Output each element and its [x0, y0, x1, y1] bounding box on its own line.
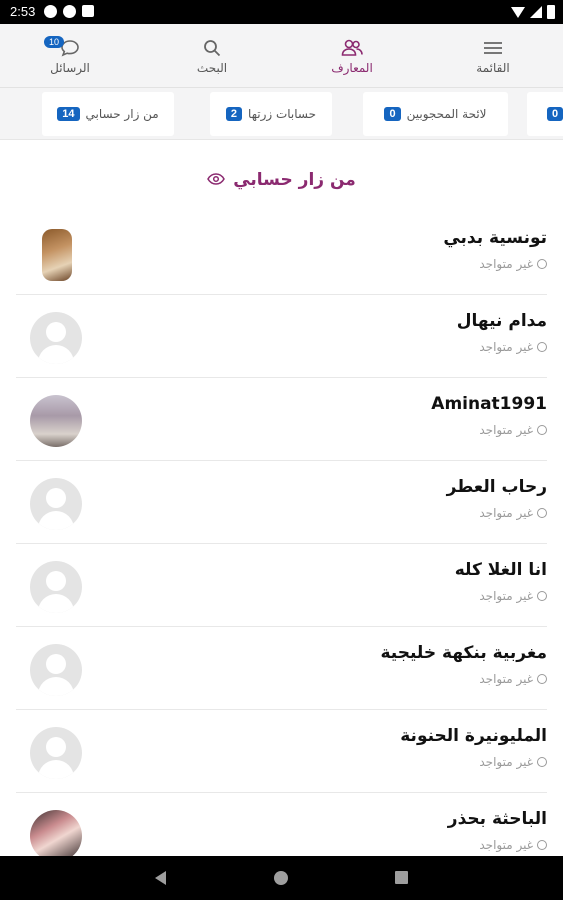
tab-blocked-list[interactable]: 0 لائحة المحجوبين: [363, 92, 508, 136]
offline-status-icon: [537, 259, 547, 269]
tab-visited-accounts-count: 2: [225, 107, 243, 121]
search-icon: [203, 37, 221, 59]
visitor-row[interactable]: تونسية بدبي غير متواجد: [16, 212, 547, 295]
menu-icon: [484, 37, 502, 59]
eye-icon: [207, 170, 226, 190]
visitor-status: غير متواجد: [479, 506, 547, 520]
offline-status-icon: [537, 591, 547, 601]
avatar[interactable]: [42, 229, 72, 281]
status-label: غير متواجد: [479, 257, 533, 271]
clock: 2:53: [10, 4, 36, 19]
tab-blocked-list-count: 0: [384, 107, 401, 121]
nav-messages[interactable]: 10 الرسائل: [20, 24, 120, 88]
visitor-name[interactable]: الباحثة بحذر: [448, 809, 547, 829]
visitor-name[interactable]: انا الغلا كله: [455, 560, 547, 580]
offline-status-icon: [537, 757, 547, 767]
nav-search[interactable]: البحث: [162, 24, 262, 88]
avatar[interactable]: [30, 727, 82, 779]
visitor-list: تونسية بدبي غير متواجد مدام نيهال غير مت…: [0, 212, 563, 876]
visitor-status: غير متواجد: [479, 423, 547, 437]
nav-search-label: البحث: [196, 61, 228, 75]
status-label: غير متواجد: [479, 506, 533, 520]
avatar[interactable]: [30, 312, 82, 364]
visitor-name[interactable]: تونسية بدبي: [443, 228, 547, 248]
offline-status-icon: [537, 840, 547, 850]
visitor-name[interactable]: المليونيرة الحنونة: [400, 726, 547, 746]
back-icon[interactable]: [155, 871, 166, 885]
tab-visited-accounts[interactable]: 2 حسابات زرتها: [210, 92, 332, 136]
visitor-row[interactable]: مدام نيهال غير متواجد: [16, 295, 547, 378]
visitor-row[interactable]: Aminat1991 غير متواجد: [16, 378, 547, 461]
visitor-status: غير متواجد: [479, 838, 547, 852]
visitor-name[interactable]: مدام نيهال: [457, 311, 547, 331]
section-title: من زار حسابي: [233, 170, 356, 190]
wifi-icon: [511, 6, 525, 18]
visitor-name[interactable]: رحاب العطر: [447, 477, 547, 497]
visitor-row[interactable]: رحاب العطر غير متواجد: [16, 461, 547, 544]
visitor-name[interactable]: مغربية بنكهة خليجية: [380, 643, 547, 663]
offline-status-icon: [537, 342, 547, 352]
visitor-status: غير متواجد: [479, 755, 547, 769]
avatar[interactable]: [30, 478, 82, 530]
visitor-status: غير متواجد: [479, 672, 547, 686]
visitor-tabs: 14 من زار حسابي 2 حسابات زرتها 0 لائحة ا…: [0, 88, 563, 140]
visitor-row[interactable]: مغربية بنكهة خليجية غير متواجد: [16, 627, 547, 710]
chat-icon: 10: [44, 36, 80, 59]
visitor-row[interactable]: انا الغلا كله غير متواجد: [16, 544, 547, 627]
nav-menu[interactable]: القائمة: [443, 24, 543, 88]
app-notification-icon: [63, 5, 76, 18]
tab-visited-accounts-label: حسابات زرتها: [248, 107, 317, 121]
status-bar: 2:53: [0, 0, 563, 24]
system-navigation-bar: [0, 856, 563, 900]
people-icon: [341, 37, 363, 59]
visitor-row[interactable]: المليونيرة الحنونة غير متواجد: [16, 710, 547, 793]
nav-contacts[interactable]: المعارف: [302, 24, 402, 88]
avatar[interactable]: [30, 561, 82, 613]
visitor-status: غير متواجد: [479, 340, 547, 354]
home-icon[interactable]: [274, 871, 288, 885]
status-label: غير متواجد: [479, 838, 533, 852]
offline-status-icon: [537, 425, 547, 435]
visitor-status: غير متواجد: [479, 589, 547, 603]
nav-contacts-label: المعارف: [331, 61, 373, 75]
download-icon: [82, 5, 94, 17]
offline-status-icon: [537, 674, 547, 684]
avatar[interactable]: [30, 395, 82, 447]
tab-more-count: 0: [547, 107, 563, 121]
visitor-status: غير متواجد: [479, 257, 547, 271]
notification-icon: [44, 5, 57, 18]
recent-apps-icon[interactable]: [395, 871, 408, 884]
tab-more[interactable]: 0: [527, 92, 563, 136]
avatar[interactable]: [30, 810, 82, 862]
status-label: غير متواجد: [479, 340, 533, 354]
avatar[interactable]: [30, 644, 82, 696]
visitor-name[interactable]: Aminat1991: [431, 394, 547, 414]
status-label: غير متواجد: [479, 672, 533, 686]
section-header: من زار حسابي: [0, 170, 563, 190]
offline-status-icon: [537, 508, 547, 518]
nav-messages-label: الرسائل: [50, 61, 90, 75]
nav-menu-label: القائمة: [476, 61, 510, 75]
tab-blocked-list-label: لائحة المحجوبين: [406, 107, 487, 121]
battery-icon: [547, 5, 555, 19]
tab-profile-visitors[interactable]: 14 من زار حسابي: [42, 92, 174, 136]
messages-badge: 10: [44, 36, 65, 48]
top-navigation: القائمة المعارف البحث 10 الرسائل: [0, 24, 563, 88]
signal-icon: [530, 6, 542, 18]
tab-profile-visitors-label: من زار حسابي: [85, 107, 159, 121]
status-label: غير متواجد: [479, 589, 533, 603]
status-label: غير متواجد: [479, 755, 533, 769]
status-label: غير متواجد: [479, 423, 533, 437]
tab-profile-visitors-count: 14: [57, 107, 80, 121]
